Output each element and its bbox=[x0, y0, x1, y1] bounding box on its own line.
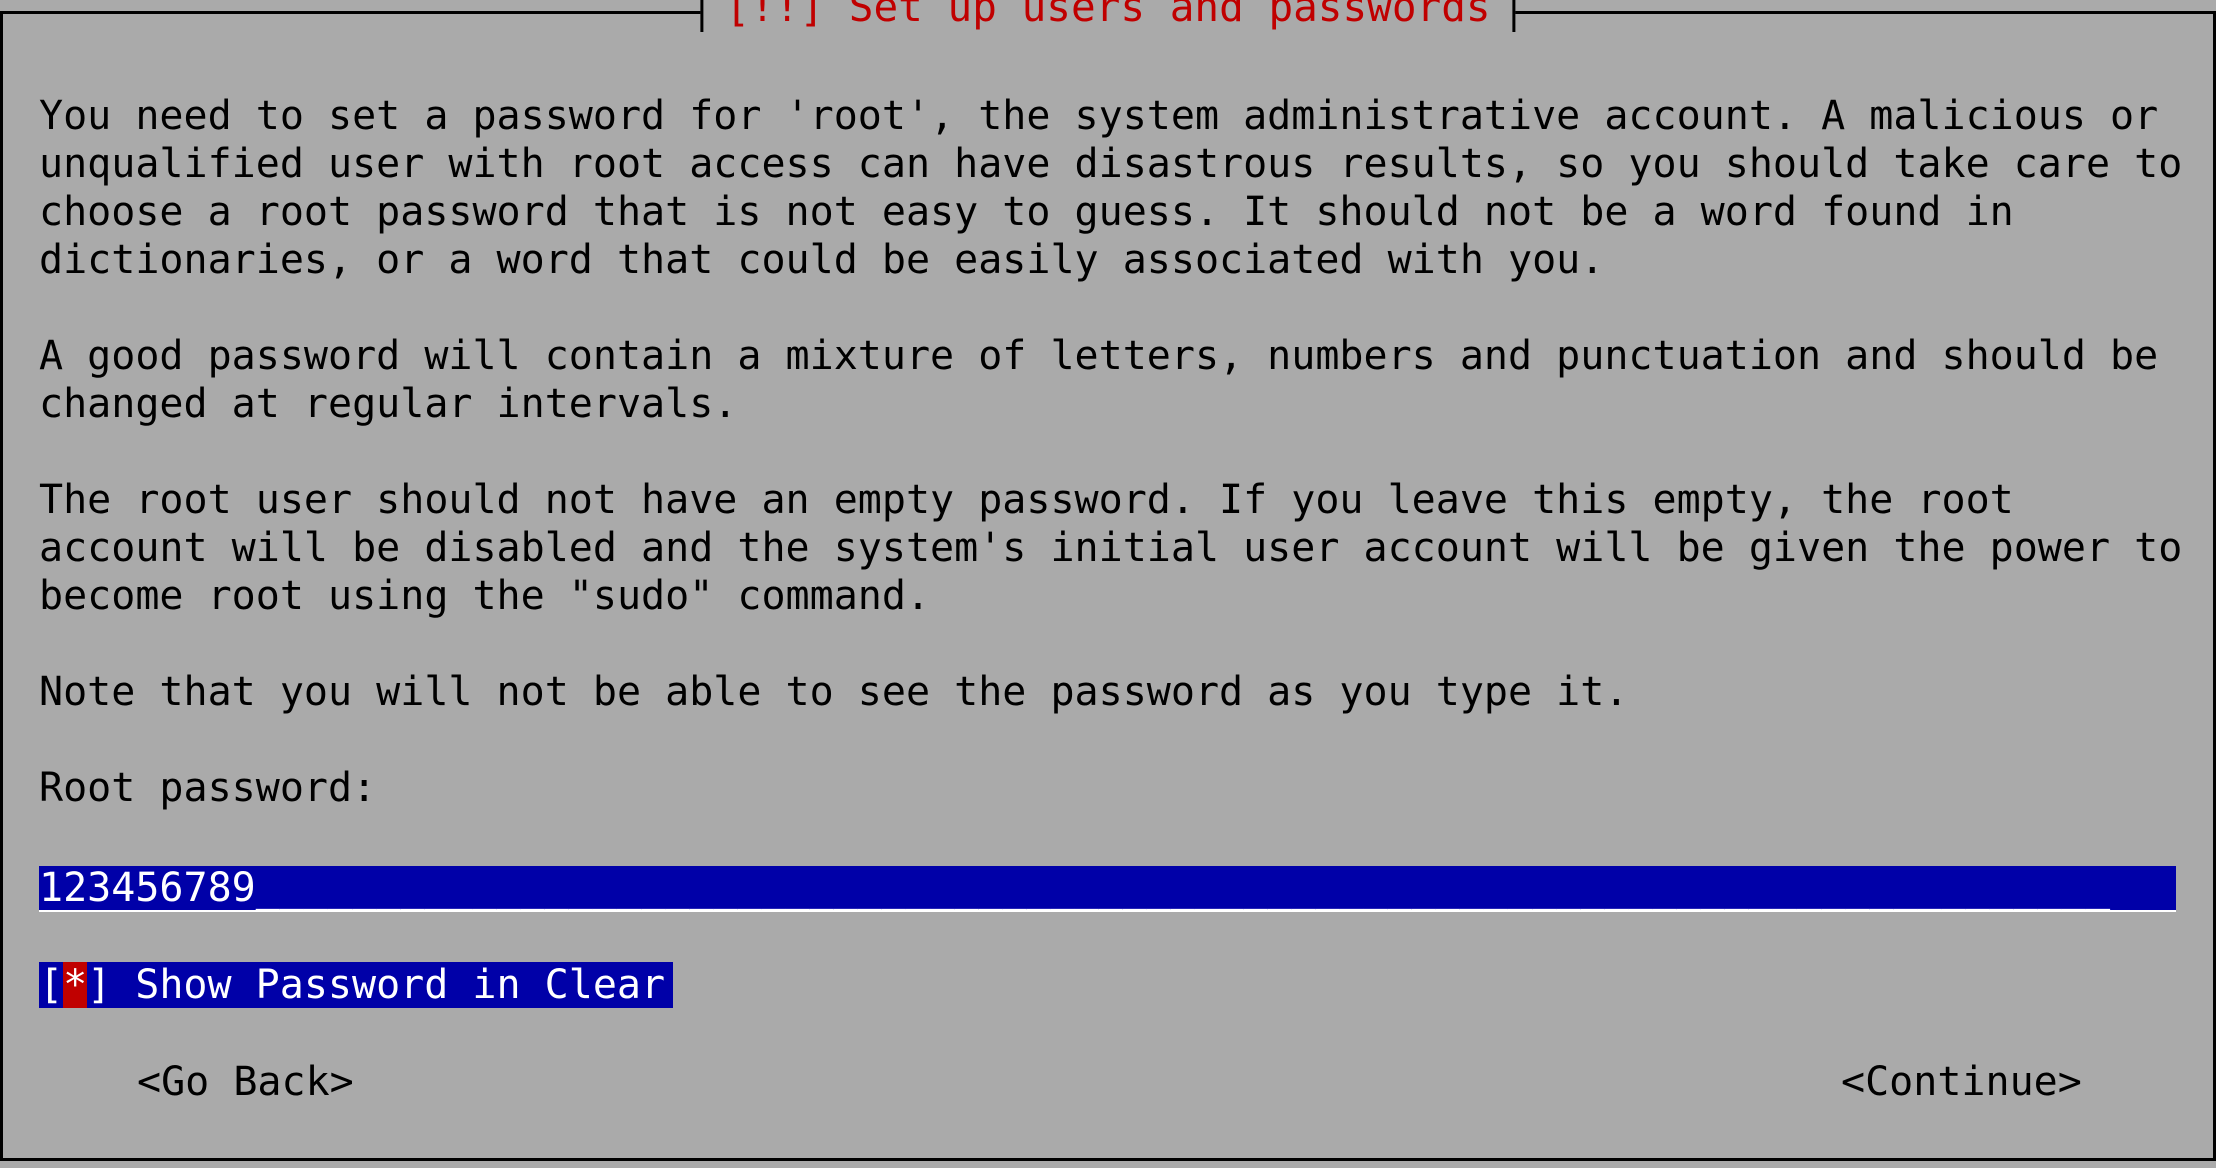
checkbox-checked-mark: * bbox=[63, 962, 88, 1008]
hidden-typing-note-text: Note that you will not be able to see th… bbox=[39, 669, 1629, 715]
users-passwords-dialog: [!!] Set up users and passwords You need… bbox=[0, 0, 2216, 1161]
installer-screen: [!!] Set up users and passwords You need… bbox=[0, 0, 2216, 1168]
dialog-title: [!!] Set up users and passwords bbox=[700, 0, 1516, 32]
checkbox-open-bracket: [ bbox=[39, 962, 64, 1008]
show-password-label: Show Password in Clear bbox=[111, 962, 666, 1008]
continue-button[interactable]: <Continue> bbox=[1841, 1058, 2082, 1106]
password-value: 123456789 bbox=[39, 866, 256, 911]
password-field-fill: ________________________________________… bbox=[255, 866, 2111, 911]
good-password-advice-text: A good password will contain a mixture o… bbox=[39, 333, 2159, 427]
root-password-intro-text: You need to set a password for 'root', t… bbox=[39, 93, 2183, 283]
empty-password-note-text: The root user should not have an empty p… bbox=[39, 477, 2183, 619]
root-password-label: Root password: bbox=[39, 765, 377, 811]
show-password-checkbox[interactable]: [*] Show Password in Clear bbox=[39, 962, 674, 1008]
go-back-button[interactable]: <Go Back> bbox=[137, 1058, 354, 1106]
checkbox-close-bracket: ] bbox=[87, 962, 112, 1008]
root-password-input[interactable]: 123456789_______________________________… bbox=[39, 866, 2176, 912]
